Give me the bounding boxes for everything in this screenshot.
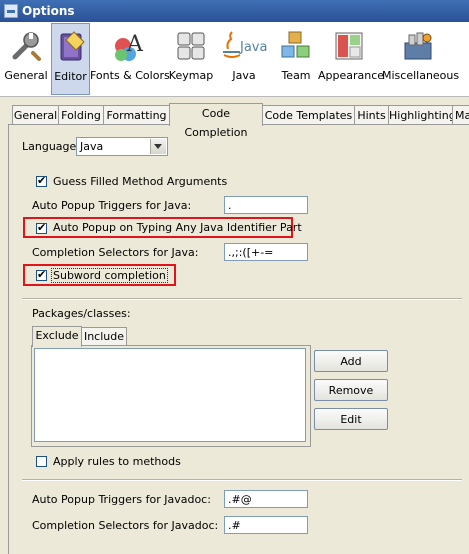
packages-label: Packages/classes: xyxy=(32,307,131,320)
tab-hints[interactable]: Hints xyxy=(354,105,389,125)
auto-popup-typing-checkbox[interactable] xyxy=(36,221,47,234)
category-toolbar: General Editor A Fonts & Colors Keymap J… xyxy=(0,22,469,97)
tab-general[interactable]: General xyxy=(12,105,59,125)
guess-filled-checkbox[interactable] xyxy=(36,174,47,187)
language-label: Language: xyxy=(22,140,80,153)
packages-tabs: Exclude Include xyxy=(32,326,132,347)
tab-code-completion[interactable]: Code Completion xyxy=(169,103,263,139)
language-select[interactable]: Java xyxy=(76,137,168,156)
tab-exclude[interactable]: Exclude xyxy=(32,326,82,347)
cubes-icon xyxy=(281,31,310,58)
category-appearance[interactable]: Appearance xyxy=(318,23,385,93)
auto-popup-typing-label: Auto Popup on Typing Any Java Identifier… xyxy=(53,221,302,234)
completion-selectors-java-field[interactable]: .,;:([+-= xyxy=(224,243,308,261)
tab-include[interactable]: Include xyxy=(81,327,127,346)
toolbox-icon xyxy=(404,32,432,60)
category-general-label: General xyxy=(4,69,48,82)
category-miscellaneous[interactable]: Miscellaneous xyxy=(382,23,460,93)
remove-button[interactable]: Remove xyxy=(314,379,388,401)
chevron-down-icon[interactable] xyxy=(150,139,166,154)
auto-popup-triggers-javadoc-label: Auto Popup Triggers for Javadoc: xyxy=(32,493,211,506)
svg-text:A: A xyxy=(126,32,144,57)
editor-tabs: General Folding Formatting Code Completi… xyxy=(8,103,469,139)
book-icon xyxy=(60,31,85,61)
tab-more[interactable]: Ma xyxy=(452,105,469,125)
window-icon xyxy=(335,32,363,60)
apply-rules-checkbox[interactable] xyxy=(36,456,47,467)
tab-formatting[interactable]: Formatting xyxy=(103,105,170,125)
tab-highlighting[interactable]: Highlighting xyxy=(388,105,456,125)
tab-folding[interactable]: Folding xyxy=(58,105,104,125)
category-team-label: Team xyxy=(281,69,311,82)
completion-selectors-javadoc-field[interactable]: .# xyxy=(224,516,308,534)
java-icon: Java xyxy=(223,31,267,58)
app-icon xyxy=(4,4,18,18)
auto-popup-triggers-java-field[interactable]: . xyxy=(224,196,308,214)
add-button[interactable]: Add xyxy=(314,350,388,372)
wrench-icon xyxy=(12,32,41,61)
packages-list[interactable] xyxy=(34,348,306,442)
category-appearance-label: Appearance xyxy=(318,69,385,82)
category-fonts-colors[interactable]: A Fonts & Colors xyxy=(90,23,170,93)
tab-code-templates[interactable]: Code Templates xyxy=(262,105,355,125)
separator xyxy=(22,298,462,300)
category-editor-label: Editor xyxy=(54,70,87,83)
auto-popup-triggers-java-label: Auto Popup Triggers for Java: xyxy=(32,199,192,212)
separator xyxy=(22,479,462,481)
completion-selectors-java-label: Completion Selectors for Java: xyxy=(32,246,199,259)
guess-filled-label: Guess Filled Method Arguments xyxy=(53,175,228,188)
language-value: Java xyxy=(80,140,104,153)
edit-button[interactable]: Edit xyxy=(314,408,388,430)
svg-text:Java: Java xyxy=(239,40,267,55)
category-keymap[interactable]: Keymap xyxy=(168,23,214,93)
category-miscellaneous-label: Miscellaneous xyxy=(382,69,460,82)
window-title: Options xyxy=(22,4,75,18)
category-team[interactable]: Team xyxy=(276,23,316,93)
category-java-label: Java xyxy=(232,69,256,82)
subword-checkbox[interactable] xyxy=(36,268,47,281)
subword-label: Subword completion xyxy=(51,268,168,283)
category-fonts-colors-label: Fonts & Colors xyxy=(90,69,170,82)
keyboard-icon xyxy=(177,32,205,60)
font-icon: A xyxy=(115,32,144,61)
apply-rules-label: Apply rules to methods xyxy=(53,455,181,468)
category-editor[interactable]: Editor xyxy=(51,23,90,95)
category-java[interactable]: Java Java xyxy=(218,23,270,93)
auto-popup-triggers-javadoc-field[interactable]: .#@ xyxy=(224,490,308,508)
category-general[interactable]: General xyxy=(2,23,50,93)
completion-selectors-javadoc-label: Completion Selectors for Javadoc: xyxy=(32,519,219,532)
category-keymap-label: Keymap xyxy=(168,69,214,82)
title-bar: Options xyxy=(0,0,469,22)
